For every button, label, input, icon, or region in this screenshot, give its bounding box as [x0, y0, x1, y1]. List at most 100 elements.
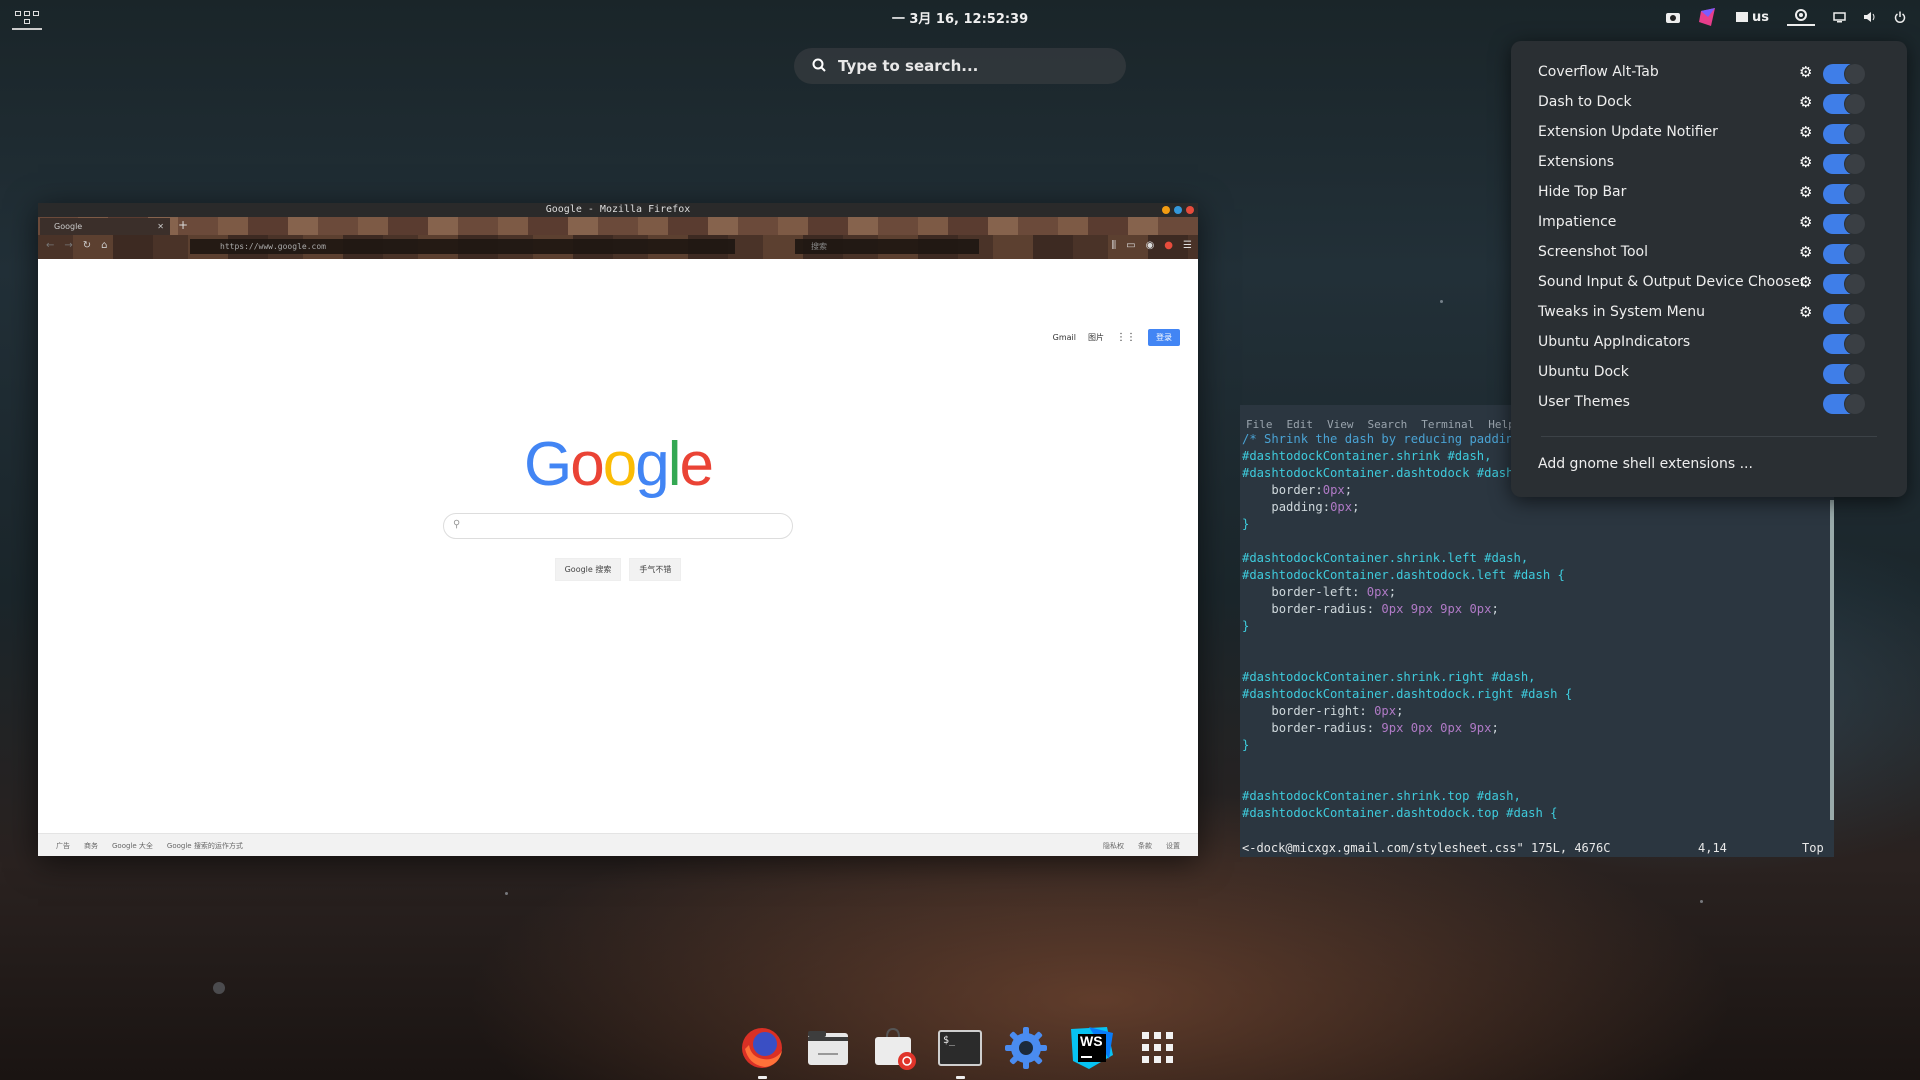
- logo-letter: G: [524, 430, 572, 499]
- gear-icon[interactable]: ⚙: [1799, 123, 1812, 141]
- footer-right-links: 隐私权 条款 设置: [1103, 841, 1180, 851]
- lucky-button[interactable]: 手气不错: [629, 558, 682, 581]
- url-bar[interactable]: https://www.google.com: [190, 239, 735, 254]
- files-icon[interactable]: [801, 1021, 855, 1075]
- extension-name: Ubuntu Dock: [1538, 364, 1629, 380]
- webstorm-icon[interactable]: WS: [1065, 1021, 1119, 1075]
- extension-toggle[interactable]: [1823, 304, 1865, 324]
- appindicator-icon[interactable]: [1698, 7, 1718, 27]
- keyboard-layout-indicator[interactable]: us: [1736, 10, 1769, 25]
- extension-icon[interactable]: ◉: [1146, 240, 1155, 251]
- extensions-indicator-icon[interactable]: [1787, 8, 1815, 26]
- extension-item[interactable]: Screenshot Tool ⚙: [1511, 238, 1907, 268]
- menu-terminal[interactable]: Terminal: [1421, 418, 1474, 431]
- background-star: [505, 892, 508, 895]
- footer-link[interactable]: 设置: [1166, 841, 1180, 851]
- tab-close-icon[interactable]: ✕: [157, 218, 164, 235]
- extension-toggle[interactable]: [1823, 244, 1865, 264]
- screenshot-icon[interactable]: [1666, 11, 1680, 23]
- add-extensions-item[interactable]: Add gnome shell extensions ...: [1538, 456, 1753, 472]
- window-titlebar[interactable]: Google - Mozilla Firefox: [38, 203, 1198, 217]
- footer-link[interactable]: 商务: [84, 841, 98, 851]
- gear-icon[interactable]: ⚙: [1799, 243, 1812, 261]
- extension-toggle[interactable]: [1823, 364, 1865, 384]
- extension-item[interactable]: Ubuntu AppIndicators: [1511, 328, 1907, 358]
- footer-link[interactable]: 条款: [1138, 841, 1152, 851]
- app-grid-icon[interactable]: [1131, 1021, 1185, 1075]
- extension-toggle[interactable]: [1823, 154, 1865, 174]
- extension-toggle[interactable]: [1823, 184, 1865, 204]
- extension-toggle[interactable]: [1823, 394, 1865, 414]
- new-tab-icon[interactable]: +: [178, 218, 188, 232]
- menu-view[interactable]: View: [1327, 418, 1354, 431]
- power-icon[interactable]: [1894, 11, 1906, 23]
- menu-file[interactable]: File: [1246, 418, 1273, 431]
- sidebar-icon[interactable]: ▭: [1126, 240, 1135, 251]
- extension-toggle[interactable]: [1823, 274, 1865, 294]
- extension-item[interactable]: Sound Input & Output Device Chooser ⚙: [1511, 268, 1907, 298]
- tab-label: Google: [54, 222, 83, 231]
- forward-icon[interactable]: →: [64, 240, 72, 251]
- extension-toggle[interactable]: [1823, 64, 1865, 84]
- gear-icon[interactable]: ⚙: [1799, 303, 1812, 321]
- display-icon[interactable]: [1833, 11, 1846, 23]
- addon-icon[interactable]: ●: [1164, 240, 1173, 251]
- clock[interactable]: 一 3月 16, 12:52:39: [0, 8, 1920, 27]
- firefox-window[interactable]: Google - Mozilla Firefox Google ✕ + ← → …: [38, 203, 1198, 856]
- footer-link[interactable]: Google 搜索的运作方式: [167, 841, 243, 851]
- terminal-icon[interactable]: $_: [933, 1021, 987, 1079]
- reload-icon[interactable]: ↻: [83, 240, 91, 251]
- google-search-button[interactable]: Google 搜索: [554, 558, 622, 581]
- apps-grid-icon[interactable]: ⋮⋮: [1116, 332, 1136, 343]
- footer-link[interactable]: 广告: [56, 841, 70, 851]
- maximize-button[interactable]: [1174, 206, 1182, 214]
- extension-toggle[interactable]: [1823, 214, 1865, 234]
- extension-item[interactable]: User Themes: [1511, 388, 1907, 418]
- gear-icon[interactable]: ⚙: [1799, 183, 1812, 201]
- extension-item[interactable]: Ubuntu Dock: [1511, 358, 1907, 388]
- minimize-button[interactable]: [1162, 206, 1170, 214]
- background-star: [1700, 900, 1703, 903]
- google-search-box[interactable]: ⚲: [443, 513, 793, 539]
- menu-edit[interactable]: Edit: [1287, 418, 1314, 431]
- extension-item[interactable]: Hide Top Bar ⚙: [1511, 178, 1907, 208]
- extension-toggle[interactable]: [1823, 334, 1865, 354]
- settings-icon[interactable]: [999, 1021, 1053, 1075]
- volume-icon[interactable]: [1864, 11, 1876, 23]
- extension-item[interactable]: Impatience ⚙: [1511, 208, 1907, 238]
- extension-name: Hide Top Bar: [1538, 184, 1627, 200]
- extension-item[interactable]: Coverflow Alt-Tab ⚙: [1511, 58, 1907, 88]
- home-icon[interactable]: ⌂: [101, 240, 107, 251]
- signin-button[interactable]: 登录: [1148, 329, 1180, 346]
- menu-icon[interactable]: ☰: [1183, 240, 1192, 251]
- extension-toggle[interactable]: [1823, 94, 1865, 114]
- extension-item[interactable]: Extensions ⚙: [1511, 148, 1907, 178]
- nav-bar: ← → ↻ ⌂ https://www.google.com 搜索 ⫼ ▭ ◉ …: [38, 235, 1198, 259]
- footer-link[interactable]: 隐私权: [1103, 841, 1124, 851]
- gear-icon[interactable]: ⚙: [1799, 93, 1812, 111]
- browser-tab[interactable]: Google ✕: [40, 218, 170, 235]
- extension-item[interactable]: Extension Update Notifier ⚙: [1511, 118, 1907, 148]
- gear-icon[interactable]: ⚙: [1799, 213, 1812, 231]
- menu-search[interactable]: Search: [1368, 418, 1408, 431]
- images-link[interactable]: 图片: [1088, 332, 1104, 343]
- back-icon[interactable]: ←: [46, 240, 54, 251]
- extension-item[interactable]: Tweaks in System Menu ⚙: [1511, 298, 1907, 328]
- extension-toggle[interactable]: [1823, 124, 1865, 144]
- gmail-link[interactable]: Gmail: [1053, 333, 1076, 342]
- gear-icon[interactable]: ⚙: [1799, 153, 1812, 171]
- software-center-icon[interactable]: [867, 1021, 921, 1075]
- keyboard-layout-label: us: [1752, 9, 1769, 25]
- gear-icon[interactable]: ⚙: [1799, 63, 1812, 81]
- gear-icon[interactable]: ⚙: [1799, 273, 1812, 291]
- terminal-scrollbar[interactable]: [1830, 500, 1834, 820]
- footer-link[interactable]: Google 大全: [112, 841, 153, 851]
- browser-search-field[interactable]: 搜索: [795, 239, 979, 254]
- extension-item[interactable]: Dash to Dock ⚙: [1511, 88, 1907, 118]
- logo-letter: o: [570, 430, 605, 499]
- firefox-icon[interactable]: [735, 1021, 789, 1079]
- library-icon[interactable]: ⫼: [1112, 240, 1117, 251]
- status-scroll: Top: [1802, 841, 1824, 855]
- search-input[interactable]: [836, 56, 1100, 76]
- close-button[interactable]: [1186, 206, 1194, 214]
